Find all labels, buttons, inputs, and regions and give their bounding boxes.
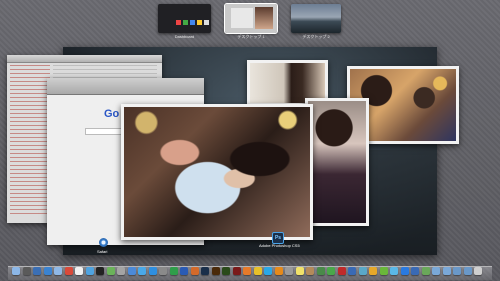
photoshop-app-label: Adobe Photoshop CS5 [259,243,300,248]
activity-monitor-icon[interactable] [106,267,115,275]
evernote-icon[interactable] [379,267,388,275]
twitter-icon[interactable] [390,267,398,275]
word-icon[interactable] [180,267,188,275]
mission-control-icon[interactable] [33,267,41,275]
photo-booth-icon[interactable] [337,267,346,275]
transmit-icon[interactable] [369,267,377,275]
system-preferences-icon[interactable] [159,267,167,275]
app-store-icon[interactable] [148,267,157,275]
calculator-icon[interactable] [285,267,293,275]
trash-icon[interactable] [474,267,482,275]
space-desktop-1-thumbnail[interactable] [224,3,278,34]
safari-icon[interactable] [99,238,108,247]
space-desktop-2-thumbnail[interactable] [291,4,341,33]
finder-icon[interactable] [12,267,20,275]
firefox-icon[interactable] [243,267,251,275]
dropbox-icon[interactable] [400,267,409,275]
flash-icon[interactable] [232,267,241,275]
window-titlebar[interactable] [7,55,162,63]
downloads-icon[interactable] [463,267,472,275]
coda-icon[interactable] [358,267,367,275]
google-logo: Go [104,108,120,120]
ical-icon[interactable] [64,267,73,275]
space-label-desktop-1: デスクトップ 1 [237,34,265,39]
skype-icon[interactable] [264,267,272,275]
1password-icon[interactable] [411,267,419,275]
widget-icon [204,20,209,25]
widget-icon [176,20,181,25]
preview-icon[interactable] [117,267,125,275]
excel-icon[interactable] [169,267,178,275]
vlc-icon[interactable] [274,267,283,275]
mini-photo [255,7,273,29]
itunes-icon[interactable] [138,267,146,275]
space-label-dashboard: Dashboard [174,34,195,39]
iphoto-icon[interactable] [127,267,136,275]
photo-window-main[interactable] [121,104,313,240]
chrome-icon[interactable] [253,267,262,275]
safari-app-label: Safari [97,249,108,254]
widget-icon [197,20,202,25]
folder-icon[interactable] [432,267,440,275]
growl-icon[interactable] [421,267,430,275]
textedit-icon[interactable] [75,267,83,275]
space-label-desktop-2: デスクトップ 2 [302,34,330,39]
text-lines [10,65,50,215]
ichat-icon[interactable] [85,267,94,275]
time-machine-icon[interactable] [316,267,325,275]
facetime-icon[interactable] [327,267,335,275]
illustrator-icon[interactable] [211,267,220,275]
dreamweaver-icon[interactable] [222,267,230,275]
dashboard-icon[interactable] [22,267,31,275]
stickies-icon[interactable] [295,267,304,275]
xcode-icon[interactable] [348,267,356,275]
terminal-icon[interactable] [96,267,104,275]
safari-icon[interactable] [43,267,52,275]
photoshop-icon[interactable] [201,267,209,275]
space-dashboard-thumbnail[interactable] [158,4,211,33]
mini-window [231,8,253,28]
photo-window-middle[interactable] [305,98,369,226]
folder-icon[interactable] [442,267,451,275]
browser-toolbar[interactable] [47,78,204,95]
widget-icon [183,20,188,25]
powerpoint-icon[interactable] [190,267,199,275]
documents-icon[interactable] [453,267,461,275]
address-book-icon[interactable] [306,267,314,275]
widget-icon [190,20,195,25]
mail-icon[interactable] [54,267,62,275]
